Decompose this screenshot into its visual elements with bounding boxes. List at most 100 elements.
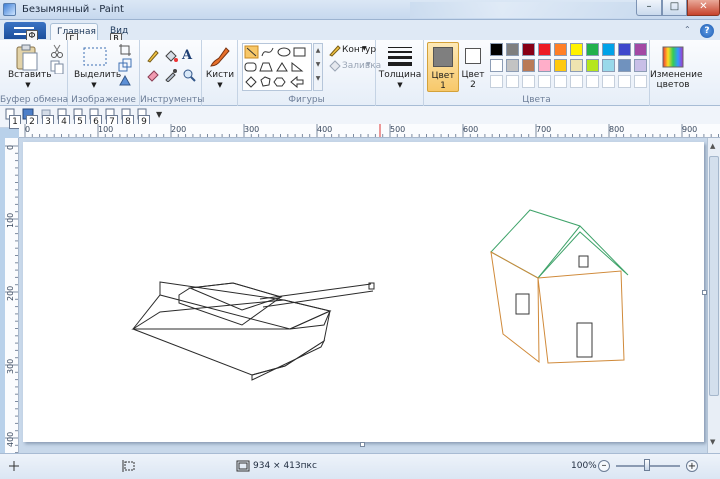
file-menu-button[interactable] <box>4 22 46 39</box>
zoom-in-button[interactable]: + <box>686 460 698 472</box>
maximize-button[interactable]: □ <box>662 0 687 16</box>
ruler-label-v: 100 <box>6 212 15 228</box>
palette-color-swatch[interactable] <box>538 43 551 56</box>
minimize-button[interactable]: – <box>636 0 662 16</box>
help-icon[interactable]: ? <box>700 24 714 38</box>
palette-color-swatch[interactable] <box>570 43 583 56</box>
palette-color-swatch[interactable] <box>490 43 503 56</box>
color-picker-icon[interactable] <box>164 68 178 82</box>
fill-dropdown-icon[interactable]: ▼ <box>366 61 371 68</box>
size-label[interactable]: Толщина <box>378 70 422 80</box>
outline-label[interactable]: Контур <box>342 45 376 55</box>
clipboard-group-label: Буфер обмена <box>0 95 69 105</box>
palette-color-swatch[interactable] <box>522 43 535 56</box>
brush-icon[interactable] <box>208 45 232 69</box>
title-bar-background <box>410 2 640 18</box>
palette-color-swatch[interactable] <box>618 59 631 72</box>
palette-color-swatch[interactable] <box>538 59 551 72</box>
custom-color-slot[interactable] <box>522 75 535 88</box>
custom-color-slot[interactable] <box>506 75 519 88</box>
palette-color-swatch[interactable] <box>602 59 615 72</box>
select-dropdown-icon[interactable]: ▼ <box>86 81 102 89</box>
vertical-ruler: 0 100 200 300 400 <box>5 138 19 453</box>
zoom-out-button[interactable]: – <box>598 460 610 472</box>
ruler-label-v: 0 <box>6 144 15 150</box>
fill-icon[interactable] <box>328 59 342 73</box>
size-icon[interactable] <box>386 45 414 67</box>
select-label[interactable]: Выделить <box>74 70 121 80</box>
tank-drawing <box>131 281 375 381</box>
palette-color-swatch[interactable] <box>554 59 567 72</box>
custom-color-slot[interactable] <box>586 75 599 88</box>
canvas-size-text: 934 × 413пкс <box>253 461 317 471</box>
custom-color-slot[interactable] <box>570 75 583 88</box>
outline-dropdown-icon[interactable]: ▼ <box>362 45 367 52</box>
clipboard-group: Вставить ▼ Буфер обмена <box>0 40 68 106</box>
close-button[interactable]: ✕ <box>687 0 720 16</box>
palette-color-swatch[interactable] <box>586 43 599 56</box>
magnifier-icon[interactable] <box>182 68 196 82</box>
cut-icon[interactable] <box>50 44 64 58</box>
paste-dropdown-icon[interactable]: ▼ <box>20 81 36 89</box>
palette-color-swatch[interactable] <box>634 43 647 56</box>
edit-colors-button[interactable]: Изменение цветов <box>650 40 703 106</box>
minimize-ribbon-icon[interactable]: ⌃ <box>684 25 691 34</box>
resize-icon[interactable] <box>118 58 132 72</box>
palette-color-swatch[interactable] <box>490 59 503 72</box>
brushes-dropdown-icon[interactable]: ▼ <box>212 81 228 89</box>
select-icon[interactable] <box>82 46 108 68</box>
palette-color-swatch[interactable] <box>602 43 615 56</box>
palette-color-swatch[interactable] <box>554 43 567 56</box>
outline-icon[interactable] <box>328 43 342 57</box>
palette-color-swatch[interactable] <box>522 59 535 72</box>
copy-icon[interactable] <box>50 60 64 74</box>
drawing-canvas[interactable] <box>23 142 707 447</box>
selection-size-icon <box>122 460 135 472</box>
color-palette <box>490 43 650 91</box>
brushes-label[interactable]: Кисти <box>204 70 236 80</box>
palette-color-swatch[interactable] <box>618 43 631 56</box>
custom-color-slot[interactable] <box>490 75 503 88</box>
custom-color-slot[interactable] <box>618 75 631 88</box>
custom-color-slot[interactable] <box>538 75 551 88</box>
text-tool-icon[interactable]: A <box>182 48 196 63</box>
workspace <box>19 138 707 453</box>
fill-bucket-icon[interactable] <box>164 49 178 63</box>
scroll-up-icon[interactable]: ▲ <box>710 142 715 150</box>
palette-color-swatch[interactable] <box>506 59 519 72</box>
shapes-group: ▲ ▼ ▼ Контур ▼ Заливка ▼ Фигуры <box>238 40 381 106</box>
custom-color-slot[interactable] <box>554 75 567 88</box>
custom-color-slot[interactable] <box>634 75 647 88</box>
ruler-label-h: 500 <box>390 125 406 134</box>
palette-color-swatch[interactable] <box>506 43 519 56</box>
house-attic-window <box>578 255 589 268</box>
shapes-group-label: Фигуры <box>288 95 325 105</box>
canvas-size-icon <box>236 460 250 472</box>
eraser-icon[interactable] <box>146 68 160 82</box>
paint-app-icon[interactable] <box>3 3 16 16</box>
paste-icon[interactable] <box>14 44 40 72</box>
vertical-scrollbar[interactable]: ▲ ▼ <box>707 138 720 453</box>
colors-group: Цвета <box>424 40 650 106</box>
size-dropdown-icon[interactable]: ▼ <box>392 81 408 89</box>
vertical-scroll-thumb[interactable] <box>709 156 719 396</box>
custom-color-slot[interactable] <box>602 75 615 88</box>
palette-color-swatch[interactable] <box>570 59 583 72</box>
tools-group-label: Инструменты <box>140 95 205 105</box>
scroll-down-icon[interactable]: ▼ <box>710 438 715 446</box>
shapes-scroll[interactable]: ▲ ▼ ▼ <box>313 43 323 91</box>
house-roof-edge <box>537 225 581 279</box>
zoom-slider-thumb[interactable] <box>644 459 650 471</box>
paste-label[interactable]: Вставить <box>8 70 52 80</box>
pencil-icon[interactable] <box>146 49 160 63</box>
customize-toolbar-icon[interactable]: ▼ <box>156 110 162 119</box>
ruler-label-h: 800 <box>609 125 625 134</box>
palette-color-swatch[interactable] <box>634 59 647 72</box>
status-bar: 934 × 413пкс 100% – + <box>0 453 720 479</box>
resize-handle-bottom[interactable] <box>360 442 365 447</box>
ruler-label-h: 100 <box>98 125 114 134</box>
palette-color-swatch[interactable] <box>586 59 599 72</box>
ruler-label-h: 700 <box>536 125 552 134</box>
rotate-icon[interactable] <box>118 73 132 87</box>
crop-icon[interactable] <box>118 43 132 57</box>
